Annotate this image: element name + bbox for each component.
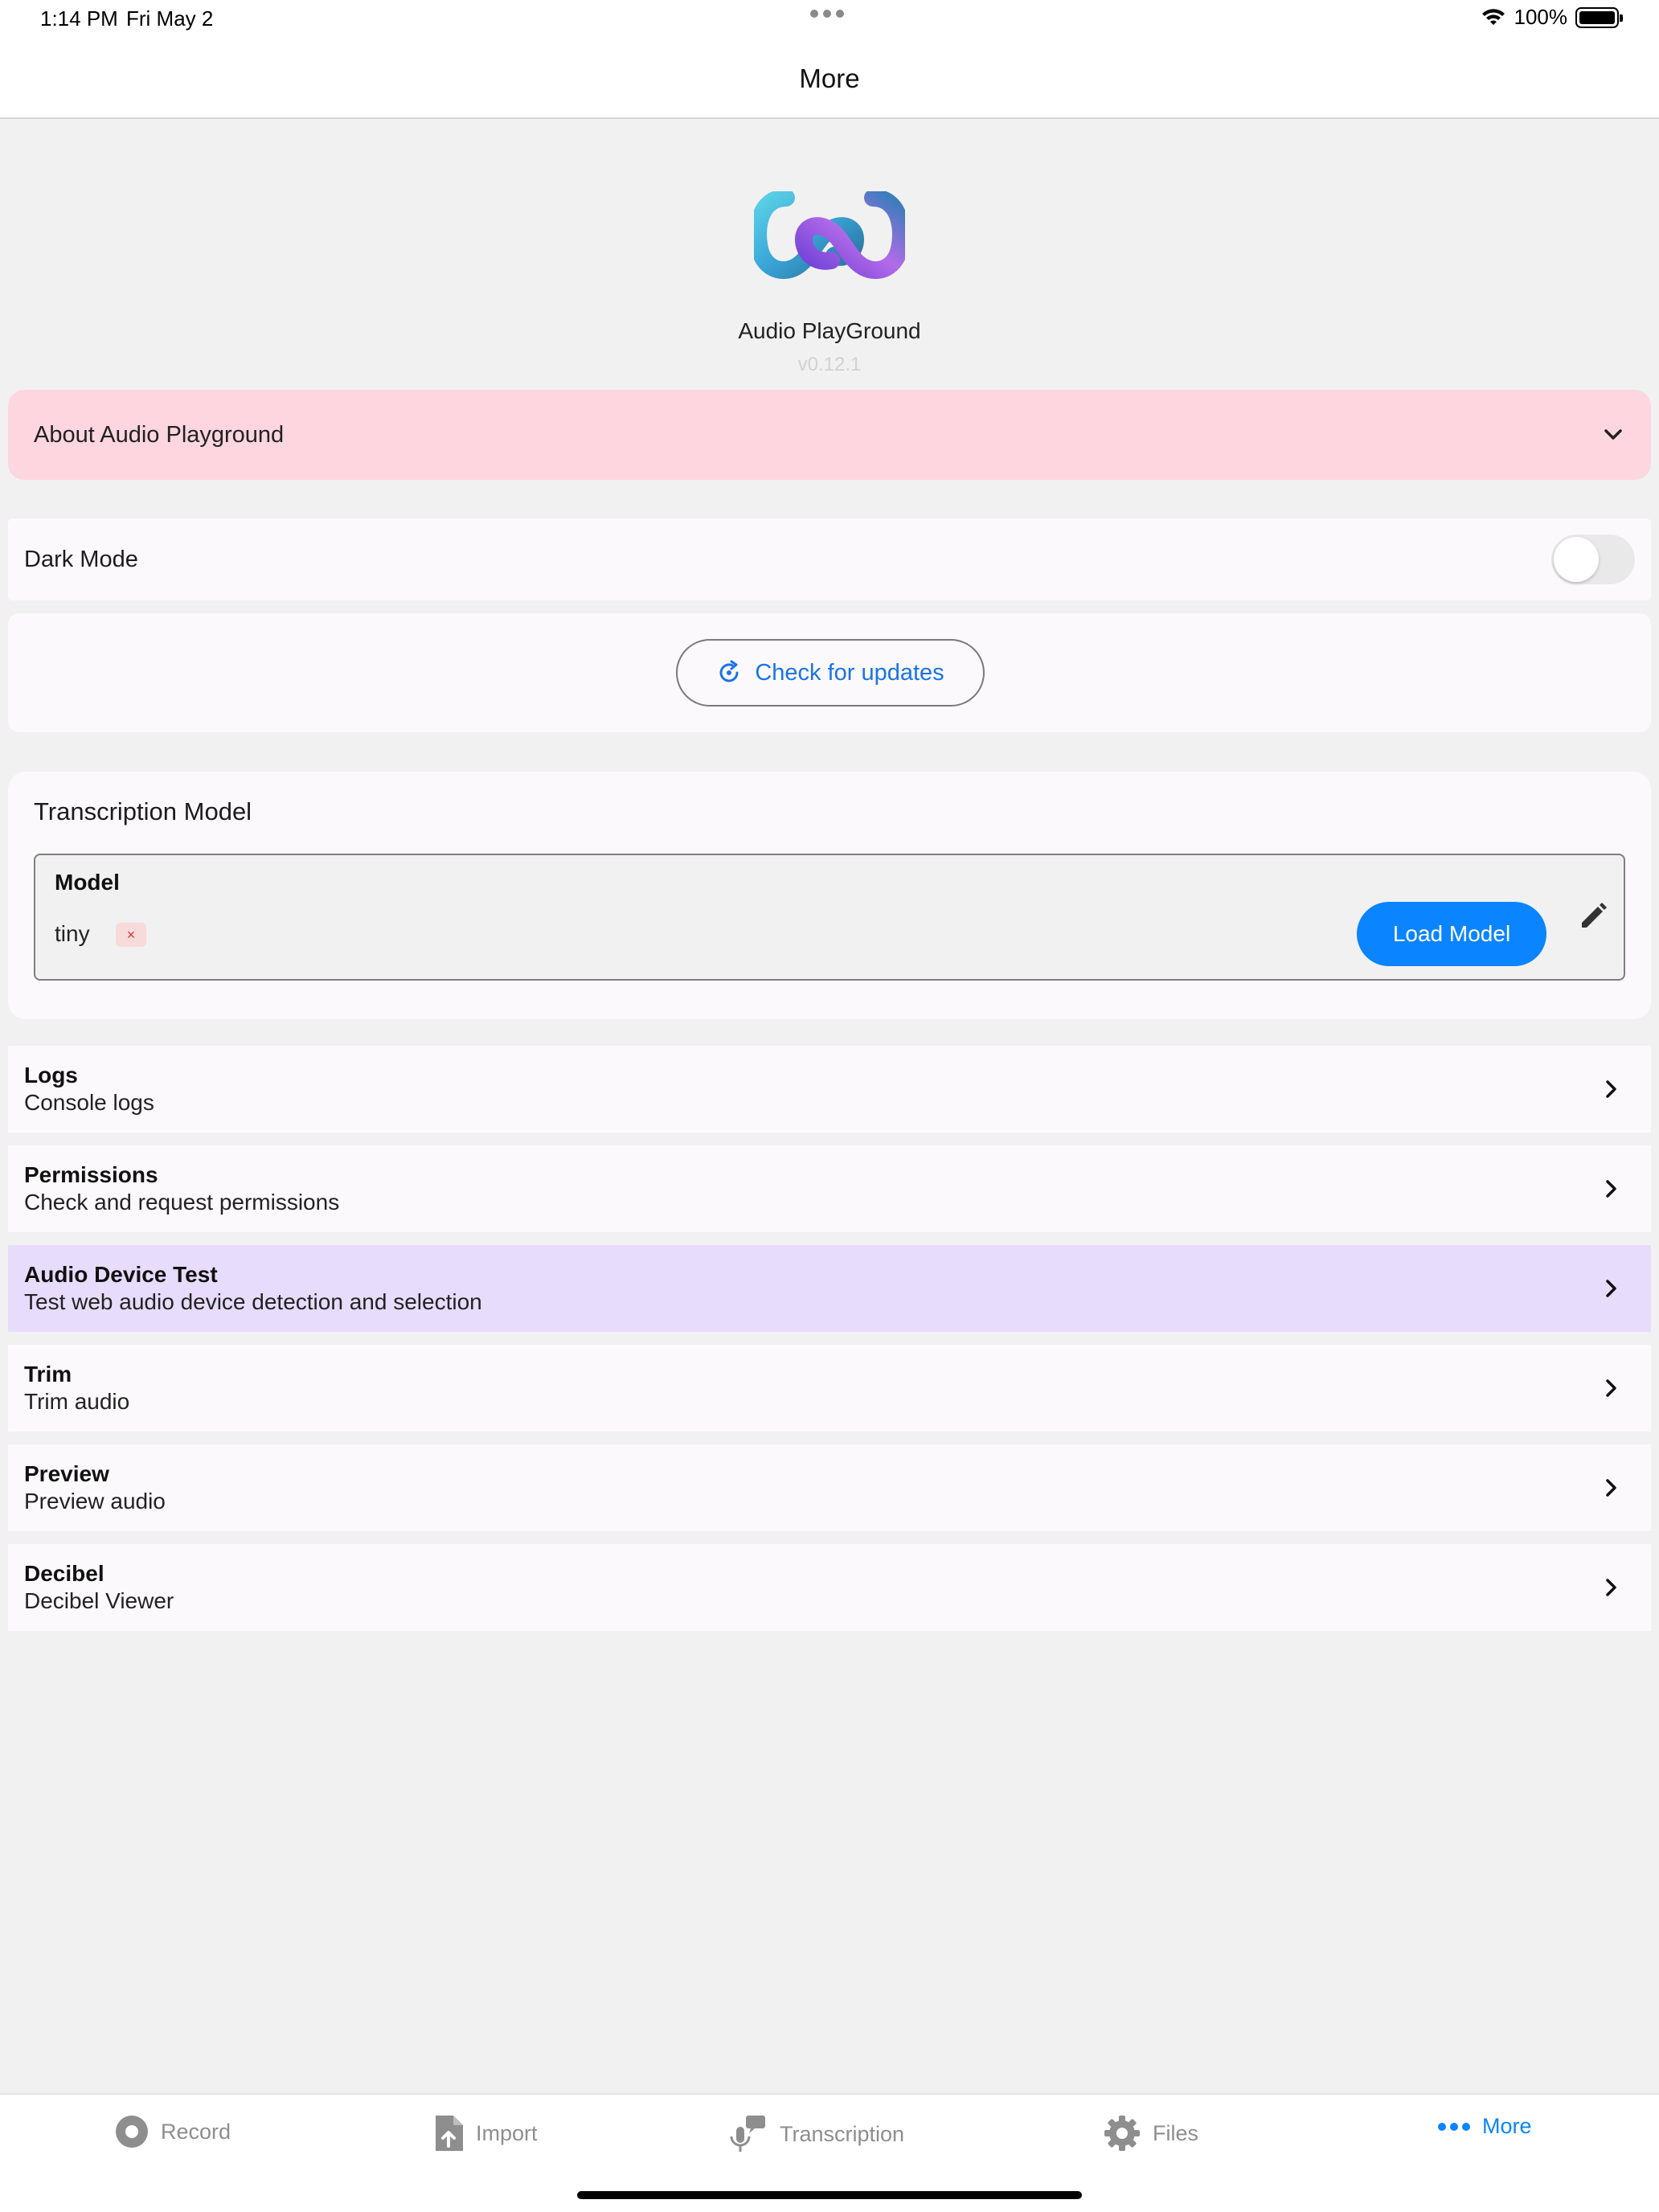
status-bar: 1:14 PM Fri May 2 100% [0, 0, 1659, 40]
chevron-right-icon [1606, 1280, 1616, 1297]
clear-model-button[interactable]: × [116, 923, 146, 947]
chevron-down-icon [1604, 429, 1622, 440]
dark-mode-toggle[interactable] [1551, 535, 1635, 584]
check-updates-button[interactable]: Check for updates [676, 639, 985, 707]
tab-label: Record [161, 2119, 231, 2144]
battery-percent: 100% [1514, 5, 1568, 29]
pencil-icon[interactable] [1577, 900, 1609, 932]
tab-label: More [1482, 2114, 1532, 2138]
wifi-icon [1481, 8, 1505, 25]
chevron-right-icon [1606, 1479, 1616, 1497]
list-item-audio-device-test[interactable]: Audio Device Test Test web audio device … [8, 1245, 1651, 1332]
chevron-right-icon [1606, 1379, 1616, 1397]
refresh-icon [719, 660, 739, 682]
multitasking-dots-icon[interactable] [810, 10, 844, 18]
list-item-trim[interactable]: Trim Trim audio [8, 1345, 1651, 1432]
nav-header: More [0, 40, 1659, 119]
list-item-subtitle: Check and request permissions [24, 1190, 340, 1215]
tab-import[interactable]: Import [432, 2114, 538, 2153]
battery-icon [1575, 6, 1623, 28]
tab-record[interactable]: Record [114, 2114, 231, 2149]
tab-files[interactable]: Files [1103, 2114, 1198, 2153]
list-item-subtitle: Decibel Viewer [24, 1588, 174, 1613]
import-file-icon [436, 2116, 463, 2151]
tab-label: Import [476, 2120, 538, 2145]
page-title: More [799, 63, 860, 93]
record-icon [116, 2116, 148, 2148]
dark-mode-row: Dark Mode [8, 518, 1651, 600]
about-label: About Audio Playground [34, 421, 285, 448]
tab-more[interactable]: More [1437, 2114, 1532, 2139]
status-time: 1:14 PM [40, 6, 118, 31]
list-item-title: Decibel [24, 1561, 104, 1586]
list-item-title: Preview [24, 1461, 109, 1486]
tab-bar: Record Import Transcription Files More [0, 2093, 1659, 2212]
list-item-subtitle: Preview audio [24, 1489, 166, 1514]
check-updates-label: Check for updates [755, 659, 944, 686]
transcription-icon [730, 2116, 765, 2152]
load-model-button[interactable]: Load Model [1357, 902, 1546, 966]
list-item-title: Permissions [24, 1162, 158, 1187]
updates-card: Check for updates [8, 613, 1651, 732]
transcription-model-title: Transcription Model [34, 797, 252, 825]
list-item-preview[interactable]: Preview Preview audio [8, 1444, 1651, 1531]
chevron-right-icon [1606, 1579, 1616, 1596]
model-value: tiny [55, 921, 90, 946]
app-version: v0.12.1 [797, 354, 862, 375]
tab-transcription[interactable]: Transcription [727, 2114, 904, 2154]
chevron-right-icon [1606, 1180, 1616, 1198]
home-indicator[interactable] [577, 2191, 1082, 2199]
model-select[interactable]: Model tiny × Load Model [34, 854, 1625, 981]
gear-icon [1104, 2116, 1140, 2151]
list-item-title: Trim [24, 1362, 72, 1387]
list-item-permissions[interactable]: Permissions Check and request permission… [8, 1145, 1651, 1232]
list-item-decibel[interactable]: Decibel Decibel Viewer [8, 1544, 1651, 1631]
tab-label: Files [1153, 2120, 1199, 2145]
app-logo [754, 191, 905, 279]
model-label: Model [55, 870, 120, 895]
status-date: Fri May 2 [126, 6, 214, 31]
list-item-logs[interactable]: Logs Console logs [8, 1046, 1651, 1133]
list-item-subtitle: Console logs [24, 1090, 154, 1115]
app-name: Audio PlayGround [738, 318, 921, 343]
list-item-subtitle: Trim audio [24, 1389, 130, 1414]
list-item-title: Logs [24, 1063, 78, 1088]
about-accordion[interactable]: About Audio Playground [8, 390, 1651, 480]
list-item-subtitle: Test web audio device detection and sele… [24, 1289, 482, 1314]
transcription-model-card: Transcription Model Model tiny × Load Mo… [8, 772, 1651, 1019]
list-item-title: Audio Device Test [24, 1262, 218, 1287]
more-dots-icon [1438, 2122, 1470, 2131]
dark-mode-label: Dark Mode [24, 546, 138, 572]
status-indicators: 100% [1481, 5, 1623, 30]
chevron-right-icon [1606, 1080, 1616, 1098]
tab-label: Transcription [780, 2121, 905, 2146]
